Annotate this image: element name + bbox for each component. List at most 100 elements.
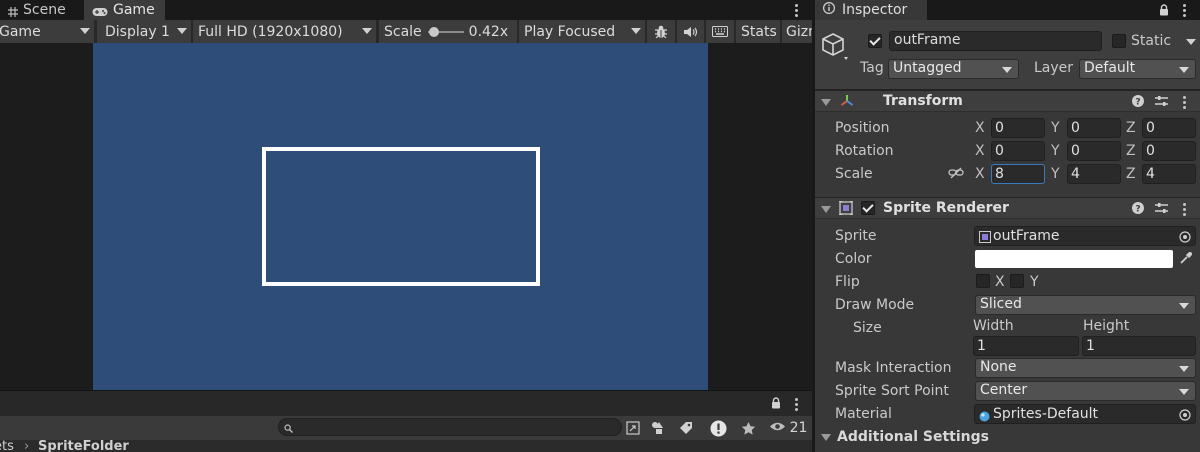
breadcrumb-item-assets[interactable]: ets [0, 440, 14, 452]
scale-x-axis-label[interactable]: X [975, 166, 985, 183]
width-label[interactable]: Width [973, 318, 1014, 335]
chevron-down-icon [631, 28, 641, 34]
filter-by-type-icon[interactable] [646, 416, 670, 440]
height-label[interactable]: Height [1083, 318, 1129, 335]
editor-tab-bar: Scene Game [0, 0, 812, 20]
sprite-renderer-header[interactable]: Sprite Renderer ? [815, 197, 1200, 219]
stats-button[interactable]: Stats [736, 20, 780, 43]
draw-mode-label: Draw Mode [835, 297, 915, 313]
static-checkbox[interactable] [1112, 34, 1126, 48]
presets-sliders-icon[interactable] [1155, 95, 1168, 111]
tab-inspector-label: Inspector [842, 2, 908, 18]
chevron-down-icon [177, 28, 187, 34]
breadcrumb-item-spritefolder[interactable]: SpriteFolder [38, 440, 129, 452]
material-sphere-icon [979, 409, 990, 427]
project-menu-icon[interactable] [790, 394, 802, 414]
lock-icon[interactable] [1159, 4, 1169, 20]
display-dropdown[interactable]: Display 1 [97, 20, 191, 43]
tag-icon[interactable] [674, 416, 698, 440]
tab-scene[interactable]: Scene [0, 0, 84, 20]
rotation-y-axis-label[interactable]: Y [1051, 143, 1060, 160]
sprite-sort-point-dropdown[interactable]: Center [975, 381, 1196, 401]
additional-settings-foldout[interactable]: Additional Settings [815, 427, 1200, 449]
view-dropdown[interactable]: Game [0, 20, 94, 43]
flip-x-checkbox[interactable] [976, 274, 990, 288]
constrain-proportions-link-icon[interactable] [948, 166, 964, 184]
mask-interaction-dropdown[interactable]: None [975, 358, 1196, 378]
material-object-field[interactable]: Sprites-Default [974, 404, 1196, 424]
hidden-packages-toggle[interactable]: 21 [766, 416, 810, 440]
component-menu-icon[interactable] [1178, 198, 1190, 220]
scale-slider[interactable] [427, 26, 464, 37]
sprite-asset-icon [979, 230, 991, 248]
help-icon[interactable]: ? [1132, 202, 1144, 218]
mask-interaction-value: None [980, 359, 1017, 375]
game-editor-pane: Scene Game Game Display 1 Full HD (1920x… [0, 0, 812, 452]
presets-sliders-icon[interactable] [1155, 202, 1168, 218]
draw-mode-dropdown[interactable]: Sliced [975, 295, 1196, 315]
object-picker-icon[interactable] [1179, 230, 1191, 248]
scale-y-field[interactable]: 4 [1067, 164, 1121, 184]
scale-z-axis-label[interactable]: Z [1126, 166, 1136, 183]
foldout-icon[interactable] [821, 206, 831, 213]
resolution-dropdown[interactable]: Full HD (1920x1080) [193, 20, 376, 43]
game-view[interactable] [0, 43, 812, 390]
gameobject-name-field[interactable]: outFrame [889, 31, 1102, 51]
position-y-field[interactable]: 0 [1067, 118, 1121, 138]
warning-icon[interactable] [706, 416, 730, 440]
position-y-axis-label[interactable]: Y [1051, 120, 1060, 137]
rotation-z-field[interactable]: 0 [1142, 141, 1196, 161]
search-icon [284, 422, 293, 437]
star-icon[interactable] [736, 416, 760, 440]
keyboard-icon[interactable] [706, 20, 734, 43]
object-picker-icon[interactable] [1179, 408, 1191, 426]
gameobject-cube-icon[interactable] [821, 32, 855, 70]
inspector-menu-icon[interactable] [1178, 0, 1190, 20]
bug-icon[interactable] [647, 20, 675, 43]
color-swatch-field[interactable] [975, 250, 1173, 268]
height-field[interactable]: 1 [1082, 336, 1196, 356]
project-search-input[interactable] [278, 418, 622, 436]
chevron-down-icon [80, 28, 90, 34]
component-menu-icon[interactable] [1178, 91, 1190, 113]
eyedropper-icon[interactable] [1179, 251, 1193, 269]
scale-x-field[interactable]: 8 [991, 164, 1045, 184]
position-x-axis-label[interactable]: X [975, 120, 985, 137]
layer-dropdown[interactable]: Default [1079, 59, 1196, 79]
position-z-field[interactable]: 0 [1142, 118, 1196, 138]
view-dropdown-label: Game [0, 23, 41, 40]
lock-icon[interactable] [771, 397, 781, 413]
transform-title: Transform [883, 93, 963, 109]
help-icon[interactable]: ? [1132, 95, 1144, 111]
position-z-axis-label[interactable]: Z [1126, 120, 1136, 137]
rotation-x-field[interactable]: 0 [991, 141, 1045, 161]
sprite-renderer-enabled-checkbox[interactable] [861, 201, 875, 215]
rotation-x-axis-label[interactable]: X [975, 143, 985, 160]
inspector-pane: Inspector outFrame Static Tag Untagged L… [815, 0, 1200, 452]
rotation-z-axis-label[interactable]: Z [1126, 143, 1136, 160]
transform-header[interactable]: Transform ? [815, 90, 1200, 112]
scale-y-axis-label[interactable]: Y [1051, 166, 1060, 183]
speaker-icon[interactable] [677, 20, 704, 43]
foldout-icon[interactable] [821, 434, 831, 441]
play-mode-dropdown[interactable]: Play Focused [519, 20, 645, 43]
game-canvas[interactable] [93, 43, 708, 390]
tag-dropdown[interactable]: Untagged [888, 59, 1019, 79]
scale-z-field[interactable]: 4 [1142, 164, 1196, 184]
display-dropdown-label: Display 1 [105, 23, 170, 40]
editor-menu-icon[interactable] [790, 0, 802, 20]
static-label: Static [1131, 33, 1172, 49]
sprite-object-field[interactable]: outFrame [974, 226, 1196, 246]
static-chevron-down-icon[interactable] [1186, 39, 1196, 45]
rotation-y-field[interactable]: 0 [1067, 141, 1121, 161]
position-x-field[interactable]: 0 [991, 118, 1045, 138]
flip-y-checkbox[interactable] [1010, 274, 1024, 288]
search-by-type-icon[interactable] [622, 416, 644, 440]
foldout-icon[interactable] [821, 99, 831, 106]
width-field[interactable]: 1 [973, 336, 1079, 356]
tab-game[interactable]: Game [84, 0, 165, 20]
gizmos-button[interactable]: Gizm [782, 20, 812, 43]
tab-inspector[interactable]: Inspector [815, 0, 927, 20]
scale-slider-thumb[interactable] [428, 26, 439, 37]
gameobject-active-checkbox[interactable] [868, 34, 882, 48]
